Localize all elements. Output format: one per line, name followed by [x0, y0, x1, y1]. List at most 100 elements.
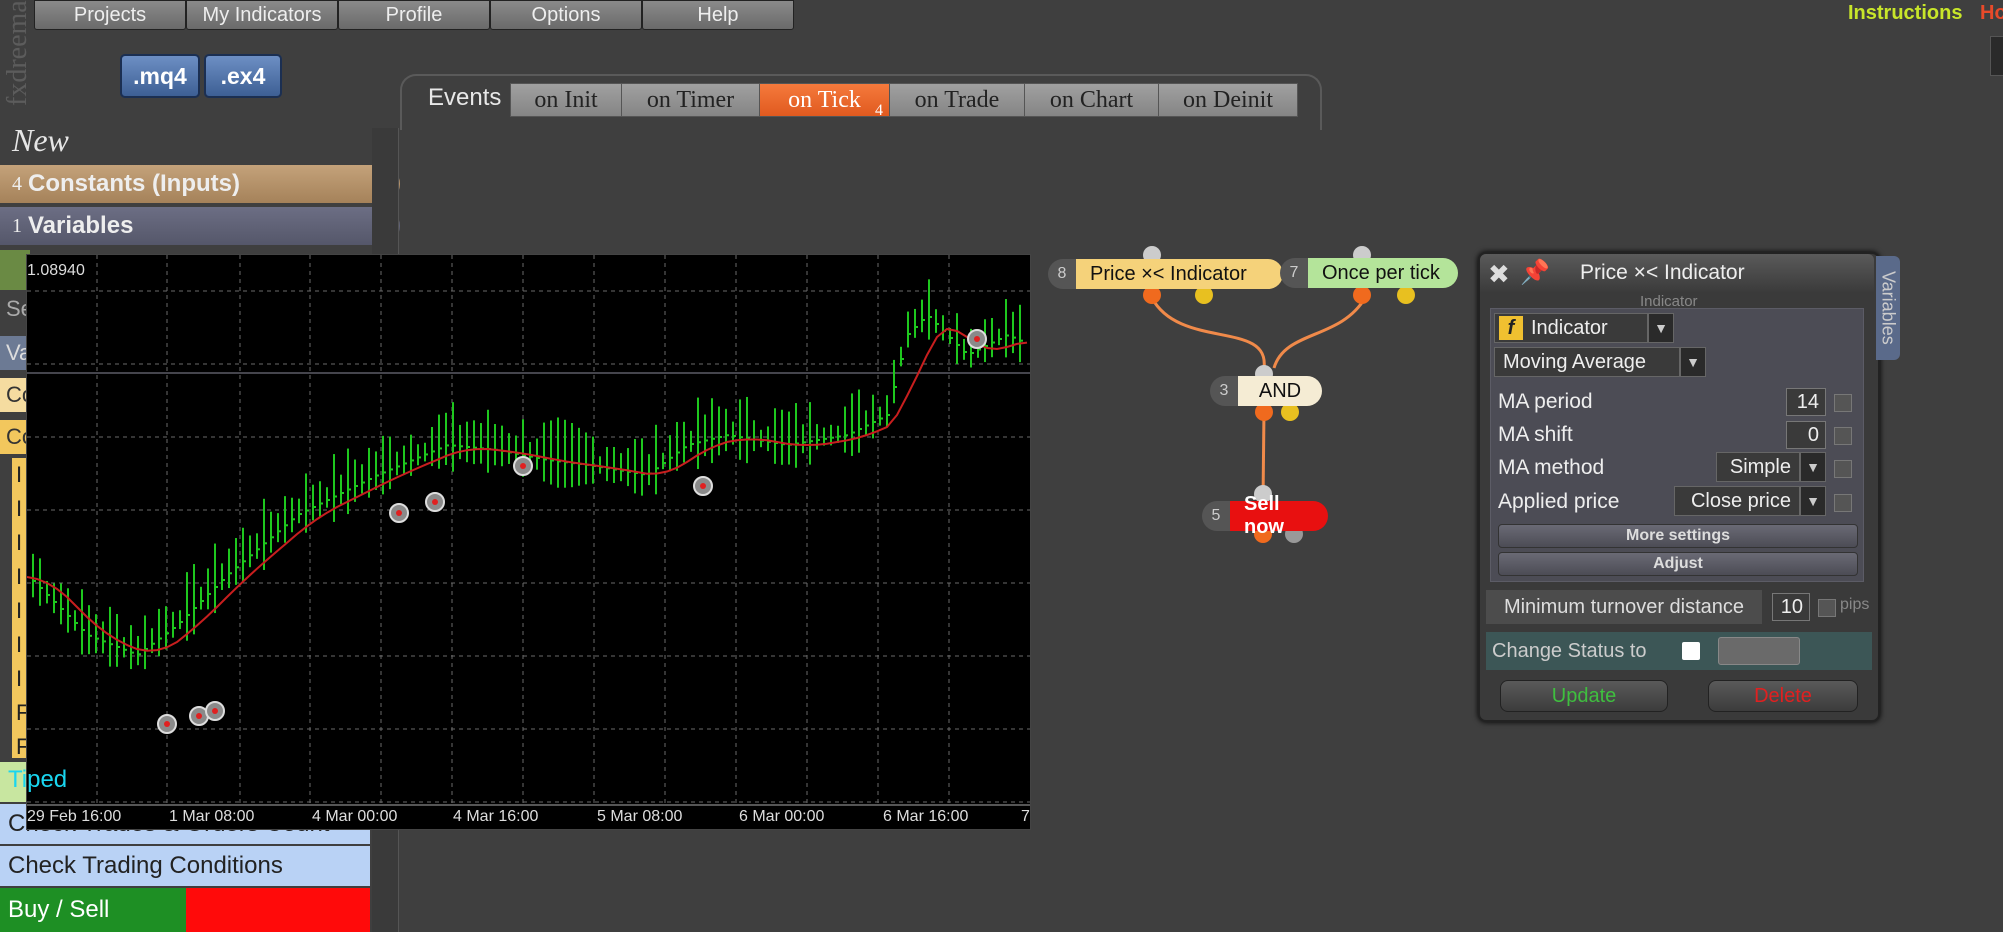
- instructions-link[interactable]: Instructions: [1848, 2, 1962, 25]
- tab-on-deinit[interactable]: on Deinit: [1158, 83, 1298, 117]
- node-number: 8: [1048, 259, 1076, 289]
- price-chart[interactable]: 1.08940 29 Feb 16:00 1 Mar 08:00 4 Mar 0…: [26, 254, 1031, 830]
- tab-on-tick[interactable]: on Tick 4: [759, 83, 890, 119]
- chart-x-label: 6 Mar 16:00: [883, 808, 968, 825]
- sidebar-letter: I: [16, 632, 23, 657]
- price-chart-svg: 1.08940 29 Feb 16:00 1 Mar 08:00 4 Mar 0…: [27, 255, 1030, 825]
- chevron-down-icon[interactable]: ▼: [1800, 452, 1826, 482]
- buy-sell-red-half[interactable]: [186, 888, 370, 932]
- ex4-button[interactable]: .ex4: [204, 54, 282, 98]
- tab-on-trade[interactable]: on Trade: [889, 83, 1025, 117]
- chart-grid: [27, 255, 1030, 805]
- properties-header: ✖ 📌 Price ×< Indicator: [1480, 254, 1874, 292]
- pin-icon[interactable]: 📌: [1520, 258, 1550, 287]
- function-icon: f: [1499, 316, 1523, 340]
- change-status-checkbox[interactable]: [1682, 642, 1700, 660]
- delete-button[interactable]: Delete: [1708, 680, 1858, 712]
- ma-method-select[interactable]: Simple ▼: [1716, 452, 1826, 482]
- chart-x-label: 7: [1021, 808, 1030, 825]
- node-label: Price ×< Indicator: [1076, 259, 1283, 289]
- signal-dot: [974, 336, 980, 342]
- node-and[interactable]: 3 AND: [1210, 376, 1322, 406]
- node-sell-now[interactable]: 5 Sell now: [1202, 493, 1328, 538]
- node-label: Sell now: [1230, 493, 1328, 538]
- sidebar-letter: I: [16, 462, 23, 487]
- chevron-down-icon[interactable]: ▼: [1648, 313, 1674, 343]
- ma-method-label: MA method: [1498, 456, 1605, 479]
- indicator-select[interactable]: Moving Average ▼: [1494, 347, 1706, 377]
- connection-line: [1272, 297, 1367, 369]
- type-select[interactable]: f Indicator ▼: [1494, 313, 1674, 343]
- min-turnover-label: Minimum turnover distance: [1486, 590, 1762, 624]
- variables-label: Variables: [28, 212, 134, 239]
- node-number: 7: [1280, 258, 1308, 288]
- applied-price-select[interactable]: Close price ▼: [1674, 486, 1826, 516]
- signal-dot: [164, 721, 170, 727]
- node-price-indicator[interactable]: 8 Price ×< Indicator: [1048, 259, 1283, 289]
- events-label: Events: [428, 84, 502, 111]
- chevron-down-icon[interactable]: ▼: [1800, 486, 1826, 516]
- min-turnover-input[interactable]: 10: [1772, 593, 1810, 621]
- buy-sell-item[interactable]: Buy / Sell: [0, 888, 186, 932]
- chart-x-label: 4 Mar 00:00: [312, 808, 397, 825]
- menu-my-indicators[interactable]: My Indicators: [186, 0, 338, 30]
- tab-on-tick-count: 4: [875, 102, 883, 119]
- change-status-label: Change Status to: [1492, 640, 1647, 662]
- moving-average-line: [27, 327, 1028, 652]
- signal-dot: [196, 713, 202, 719]
- variables-side-tab[interactable]: Variables: [1876, 256, 1900, 360]
- node-output-dot[interactable]: [1397, 286, 1415, 304]
- signal-dot: [396, 510, 402, 516]
- chevron-down-icon[interactable]: ▼: [1680, 347, 1706, 377]
- change-status-input[interactable]: [1718, 637, 1800, 665]
- chart-x-label: 1 Mar 08:00: [169, 808, 254, 825]
- tab-on-chart[interactable]: on Chart: [1024, 83, 1159, 117]
- sidebar-letter: I: [16, 666, 23, 691]
- tab-on-tick-label: on Tick: [788, 86, 861, 113]
- menu-projects[interactable]: Projects: [34, 0, 186, 30]
- adjust-button[interactable]: Adjust: [1498, 552, 1858, 576]
- check-trading-conditions[interactable]: Check Trading Conditions: [0, 846, 370, 886]
- connection-line: [1150, 297, 1266, 369]
- constants-section[interactable]: 4 Constants (Inputs): [0, 165, 400, 203]
- constants-count: 4: [12, 172, 22, 195]
- ma-shift-checkbox[interactable]: [1834, 427, 1852, 445]
- typed-label: Tiped: [8, 766, 68, 793]
- type-select-value: f Indicator: [1494, 313, 1648, 343]
- menu-profile[interactable]: Profile: [338, 0, 490, 30]
- more-settings-button[interactable]: More settings: [1498, 524, 1858, 548]
- signal-dot: [520, 463, 526, 469]
- mq4-button[interactable]: .mq4: [120, 54, 200, 98]
- new-project-label[interactable]: New: [12, 122, 69, 159]
- sidebar-letter: I: [16, 598, 23, 623]
- variables-section[interactable]: 1 Variables: [0, 207, 400, 245]
- node-output-dot[interactable]: [1353, 286, 1371, 304]
- chart-x-label: 29 Feb 16:00: [27, 808, 121, 825]
- top-right-widget[interactable]: [1990, 36, 2003, 76]
- ma-period-input[interactable]: 14: [1786, 388, 1826, 416]
- menu-options[interactable]: Options: [490, 0, 642, 30]
- ma-period-checkbox[interactable]: [1834, 394, 1852, 412]
- applied-price-checkbox[interactable]: [1834, 494, 1852, 512]
- ma-method-value: Simple: [1716, 452, 1800, 482]
- signal-dot: [212, 708, 218, 714]
- properties-title: Price ×< Indicator: [1580, 261, 1745, 284]
- applied-price-value: Close price: [1674, 486, 1800, 516]
- sidebar-letter: I: [16, 496, 23, 521]
- tab-on-timer[interactable]: on Timer: [621, 83, 760, 117]
- node-number: 5: [1202, 501, 1230, 531]
- ma-method-checkbox[interactable]: [1834, 460, 1852, 478]
- signal-dot: [432, 499, 438, 505]
- menu-help[interactable]: Help: [642, 0, 794, 30]
- node-once-per-tick[interactable]: 7 Once per tick: [1280, 258, 1458, 288]
- node-label: Once per tick: [1308, 258, 1458, 288]
- min-turnover-checkbox[interactable]: [1818, 599, 1836, 617]
- min-turnover-unit: pips: [1840, 596, 1870, 613]
- close-icon[interactable]: ✖: [1488, 259, 1510, 290]
- type-select-text: Indicator: [1531, 316, 1608, 339]
- home-link[interactable]: Ho: [1980, 2, 2003, 25]
- update-button[interactable]: Update: [1500, 680, 1668, 712]
- ma-shift-input[interactable]: 0: [1786, 421, 1826, 449]
- variables-count: 1: [12, 214, 22, 237]
- tab-on-init[interactable]: on Init: [510, 83, 622, 117]
